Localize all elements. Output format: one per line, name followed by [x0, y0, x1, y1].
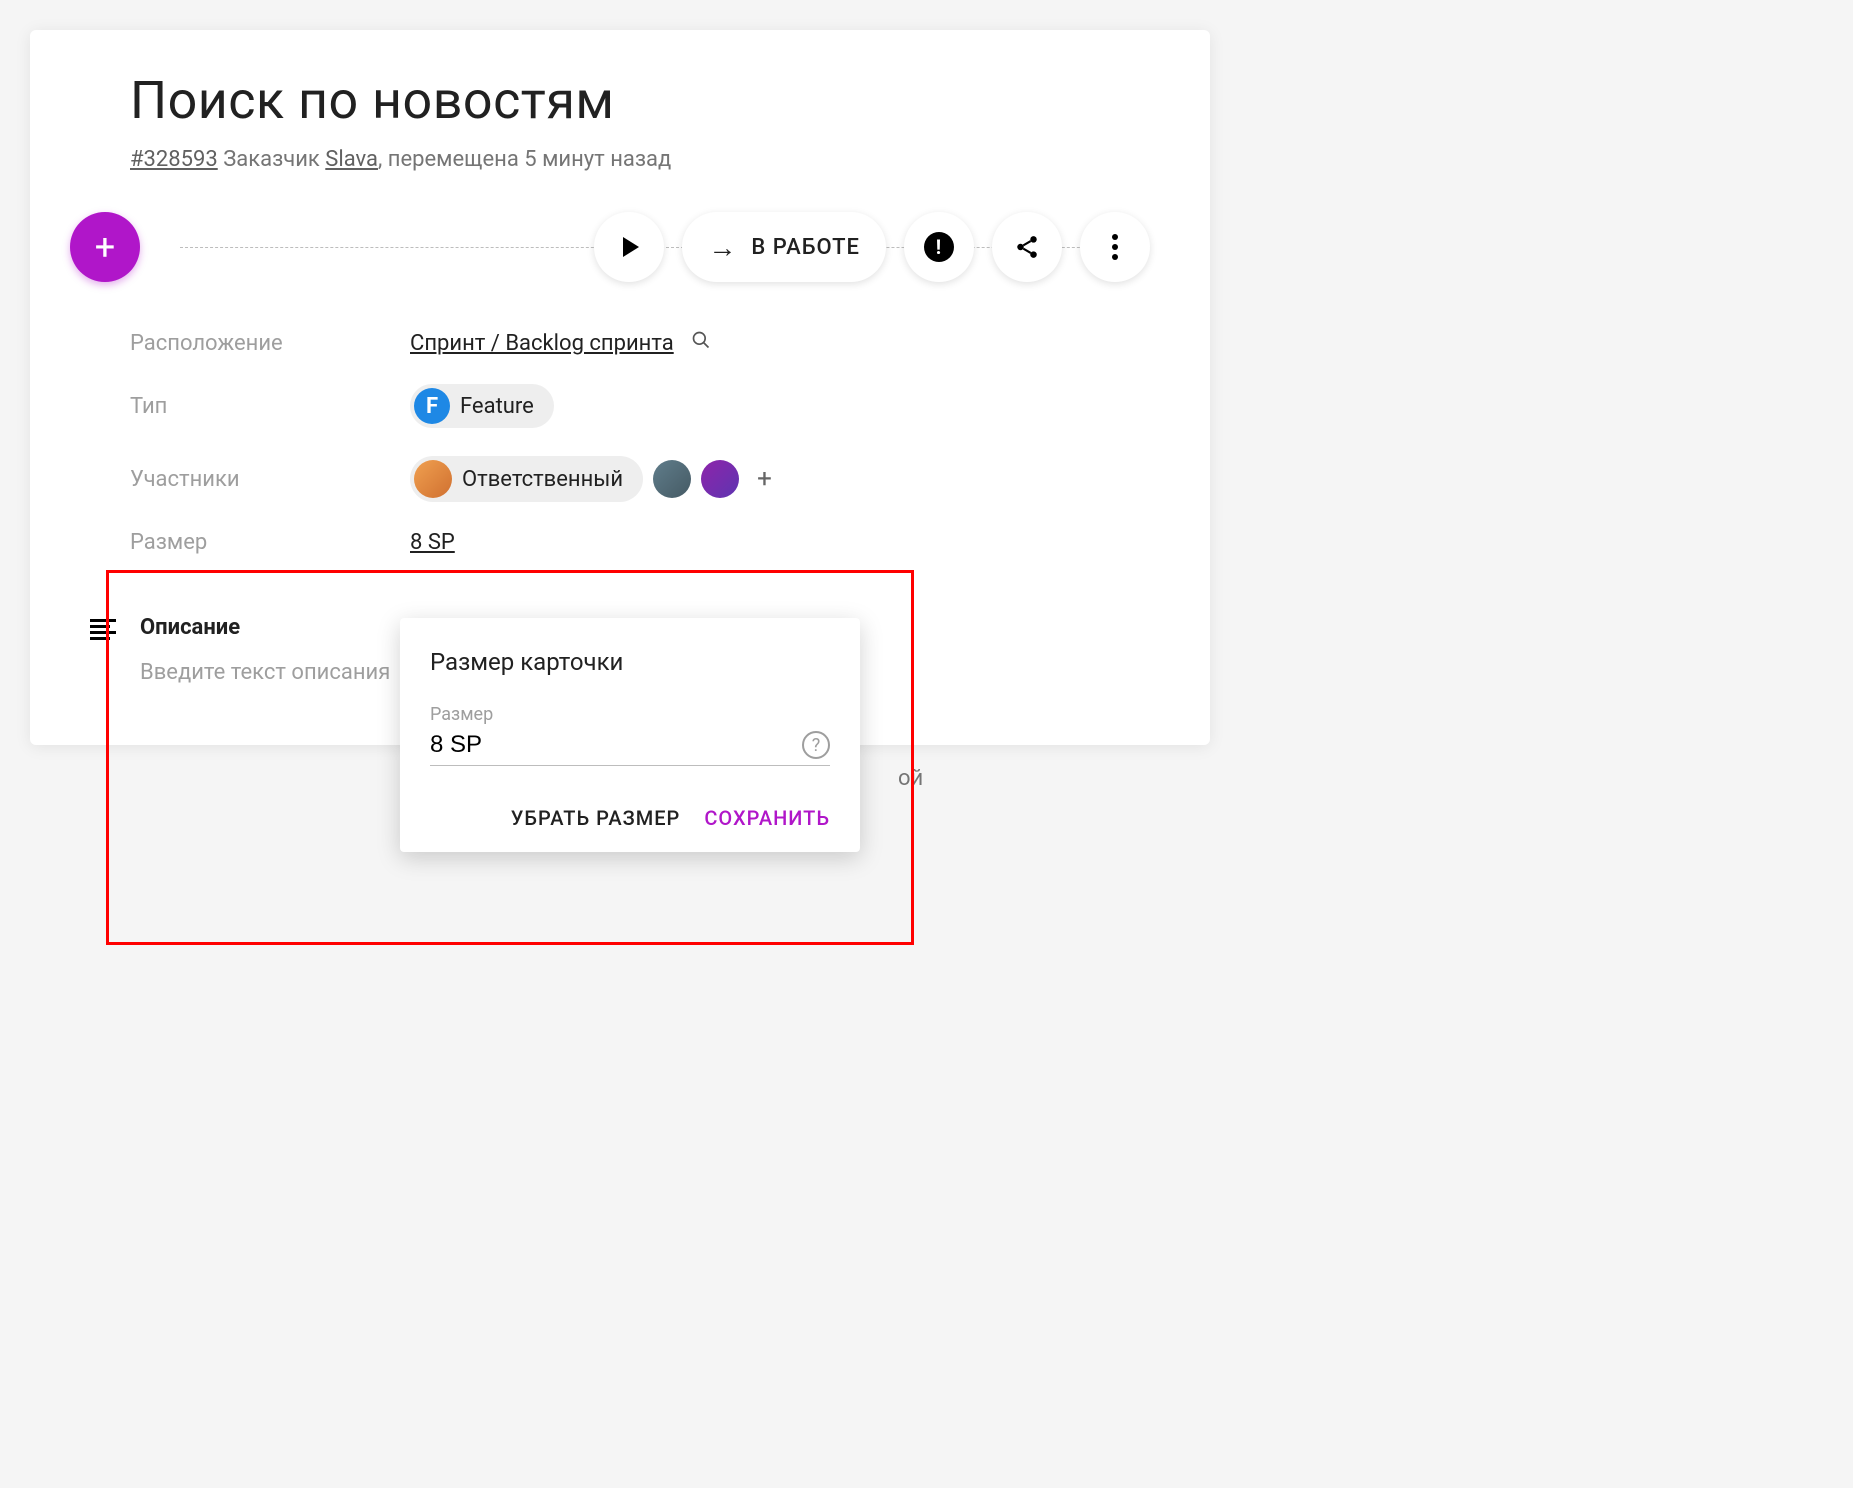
share-button[interactable] — [992, 212, 1062, 282]
status-button[interactable]: В РАБОТЕ — [682, 212, 886, 282]
toolbar: + В РАБОТЕ ! — [90, 212, 1150, 282]
type-chip[interactable]: F Feature — [410, 384, 554, 428]
type-badge-icon: F — [414, 388, 450, 424]
popover-field-label: Размер — [430, 704, 830, 725]
popover-title: Размер карточки — [430, 648, 830, 676]
location-value[interactable]: Спринт / Backlog спринта — [410, 331, 674, 356]
avatar[interactable] — [653, 460, 691, 498]
task-card: Поиск по новостям #328593 Заказчик Slava… — [30, 30, 1210, 745]
avatar[interactable] — [701, 460, 739, 498]
people-label: Участники — [130, 467, 410, 492]
exclamation-icon: ! — [924, 232, 954, 262]
save-button[interactable]: СОХРАНИТЬ — [704, 806, 830, 830]
size-label: Размер — [130, 530, 410, 555]
play-button[interactable] — [594, 212, 664, 282]
add-person-button[interactable]: + — [757, 464, 772, 494]
paragraph-icon — [90, 619, 120, 685]
add-button[interactable]: + — [70, 212, 140, 282]
search-icon[interactable] — [691, 331, 711, 356]
properties: Расположение Спринт / Backlog спринта Ти… — [130, 330, 1150, 555]
arrow-right-icon — [708, 231, 737, 264]
more-vert-icon — [1112, 234, 1118, 260]
more-button[interactable] — [1080, 212, 1150, 282]
size-input[interactable] — [430, 731, 802, 759]
page-title: Поиск по новостям — [130, 70, 1150, 131]
size-value[interactable]: 8 SP — [410, 530, 455, 555]
avatar — [414, 460, 452, 498]
responsible-chip[interactable]: Ответственный — [410, 456, 643, 502]
type-label: Тип — [130, 394, 410, 419]
customer-link[interactable]: Slava — [325, 147, 378, 172]
truncated-text: ой — [898, 766, 923, 791]
play-icon — [623, 237, 639, 257]
task-id[interactable]: #328593 — [130, 147, 218, 172]
share-icon — [1014, 234, 1040, 260]
remove-size-button[interactable]: УБРАТЬ РАЗМЕР — [511, 806, 681, 830]
size-popover: Размер карточки Размер ? УБРАТЬ РАЗМЕР С… — [400, 618, 860, 852]
task-meta: #328593 Заказчик Slava, перемещена 5 мин… — [130, 147, 1150, 172]
help-icon[interactable]: ? — [802, 731, 830, 759]
location-label: Расположение — [130, 331, 410, 356]
plus-icon: + — [95, 226, 115, 268]
alert-button[interactable]: ! — [904, 212, 974, 282]
